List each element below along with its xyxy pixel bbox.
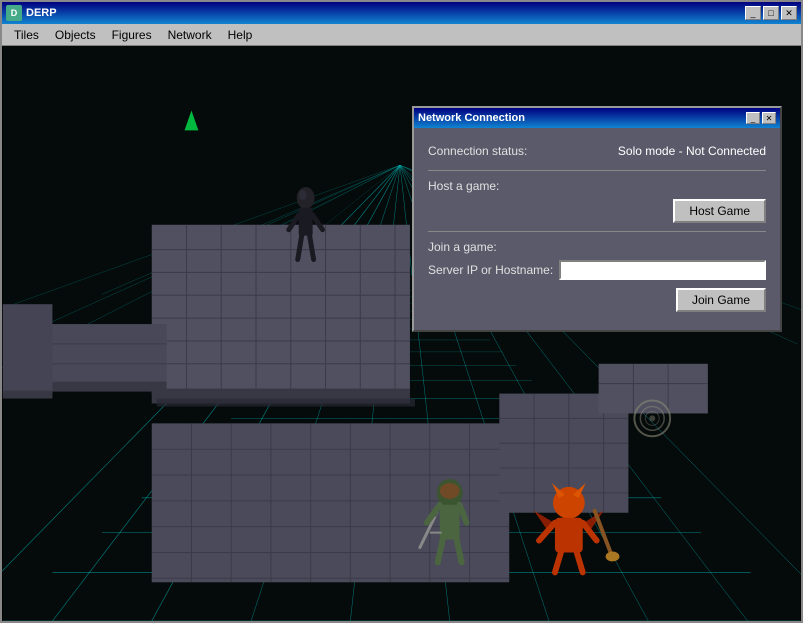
title-bar-buttons: _ □ ✕: [745, 6, 797, 20]
connection-status-label: Connection status:: [428, 144, 527, 158]
dialog-title: Network Connection: [418, 112, 525, 124]
menu-bar: Tiles Objects Figures Network Help: [2, 24, 801, 46]
divider-1: [428, 170, 766, 171]
host-button-row: Host Game: [428, 199, 766, 223]
server-ip-input[interactable]: [559, 260, 766, 280]
join-button-row: Join Game: [428, 288, 766, 312]
close-button[interactable]: ✕: [781, 6, 797, 20]
host-section-label: Host a game:: [428, 179, 766, 193]
title-bar-left: D DERP: [6, 5, 57, 21]
host-game-button[interactable]: Host Game: [673, 199, 766, 223]
maximize-button[interactable]: □: [763, 6, 779, 20]
game-viewport: Network Connection _ ✕ Connection status…: [2, 46, 801, 621]
join-game-section: Join a game: Server IP or Hostname: Join…: [428, 240, 766, 312]
dialog-close-button[interactable]: ✕: [762, 112, 776, 124]
main-window: D DERP _ □ ✕ Tiles Objects Figures Netwo…: [0, 0, 803, 623]
dialog-controls: _ ✕: [746, 112, 776, 124]
host-game-section: Host a game: Host Game: [428, 179, 766, 223]
menu-figures[interactable]: Figures: [104, 26, 160, 44]
minimize-button[interactable]: _: [745, 6, 761, 20]
window-title: DERP: [26, 7, 57, 19]
app-icon: D: [6, 5, 22, 21]
menu-objects[interactable]: Objects: [47, 26, 104, 44]
join-game-button[interactable]: Join Game: [676, 288, 766, 312]
dialog-minimize-button[interactable]: _: [746, 112, 760, 124]
join-section-label: Join a game:: [428, 240, 766, 254]
title-bar: D DERP _ □ ✕: [2, 2, 801, 24]
server-ip-row: Server IP or Hostname:: [428, 260, 766, 280]
connection-status-value: Solo mode - Not Connected: [618, 144, 766, 158]
menu-network[interactable]: Network: [160, 26, 220, 44]
network-dialog: Network Connection _ ✕ Connection status…: [412, 106, 782, 332]
connection-status-row: Connection status: Solo mode - Not Conne…: [428, 140, 766, 162]
menu-tiles[interactable]: Tiles: [6, 26, 47, 44]
dialog-body: Connection status: Solo mode - Not Conne…: [414, 128, 780, 330]
server-ip-label: Server IP or Hostname:: [428, 263, 553, 277]
menu-help[interactable]: Help: [220, 26, 261, 44]
dialog-title-bar: Network Connection _ ✕: [414, 108, 780, 128]
divider-2: [428, 231, 766, 232]
